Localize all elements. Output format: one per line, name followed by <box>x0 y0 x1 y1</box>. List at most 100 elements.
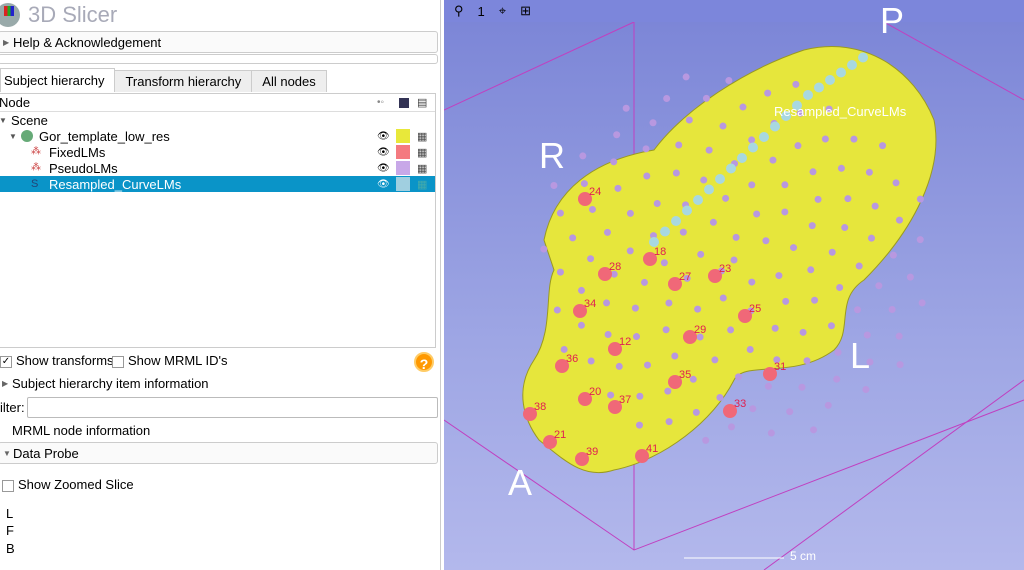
pseudo-landmark <box>746 346 754 354</box>
pseudo-landmark <box>697 250 705 258</box>
visibility-column-icon[interactable]: •◦ <box>377 97 384 108</box>
pseudo-landmark <box>834 348 842 356</box>
landmark-label: 27 <box>679 271 691 283</box>
color-swatch[interactable] <box>396 177 410 191</box>
pseudo-landmark <box>540 245 548 253</box>
curve-landmark <box>814 82 824 93</box>
curve-landmark <box>847 60 857 70</box>
pseudo-landmark <box>803 357 811 365</box>
curve-landmark <box>715 174 725 184</box>
layout-icon[interactable]: ⊞ <box>520 3 531 19</box>
pseudo-landmark <box>748 181 756 189</box>
mrml-info-section[interactable]: MRML node information <box>0 419 438 441</box>
pseudo-landmark <box>635 421 643 429</box>
pseudo-landmark <box>916 236 924 244</box>
eye-icon[interactable]: 👁 <box>377 163 390 174</box>
pseudo-landmark <box>790 244 798 252</box>
help-icon[interactable]: ? <box>414 352 434 372</box>
row-label: Resampled_CurveLMs <box>49 176 182 192</box>
node-column-header[interactable]: Node <box>0 95 30 110</box>
row-label: FixedLMs <box>49 144 106 160</box>
filter-input[interactable] <box>27 397 438 418</box>
eye-icon[interactable]: 👁 <box>377 147 390 158</box>
pseudo-landmark <box>665 418 673 426</box>
grid-icon[interactable]: ▦ <box>417 178 427 191</box>
color-column-icon[interactable] <box>399 98 409 108</box>
pseudo-landmark <box>871 202 879 210</box>
pseudo-landmark <box>672 169 680 177</box>
pseudo-landmark <box>675 141 683 149</box>
landmark-label: 28 <box>609 261 621 273</box>
pseudo-landmark <box>748 278 756 286</box>
markups-icon: ⁂ <box>31 146 41 157</box>
pseudo-landmark <box>694 305 702 313</box>
pseudo-landmark <box>827 322 835 330</box>
grid-icon[interactable]: ▦ <box>417 162 427 175</box>
pseudo-landmark <box>626 247 634 255</box>
pseudo-landmark <box>762 237 770 245</box>
curve-landmark <box>726 163 736 174</box>
tree-row-model[interactable]: ▼ Gor_template_low_res 👁 ▦ <box>0 128 435 144</box>
color-swatch[interactable] <box>396 129 410 143</box>
eye-icon[interactable]: 👁 <box>377 131 390 142</box>
landmark-label: 37 <box>619 394 631 406</box>
tree-row-scene[interactable]: ▼ Scene <box>0 112 435 128</box>
pseudo-landmark <box>631 304 639 312</box>
pseudo-landmark <box>664 387 672 395</box>
show-zoomed-slice-checkbox[interactable]: Show Zoomed Slice <box>2 477 134 492</box>
pseudo-landmark <box>722 194 730 202</box>
pseudo-landmark <box>607 391 615 399</box>
tab-all-nodes[interactable]: All nodes <box>251 70 327 92</box>
tree-row-pseudolms[interactable]: ⁂ PseudoLMs 👁 ▦ <box>0 160 435 176</box>
pseudo-landmark <box>556 209 564 217</box>
curve-landmark <box>682 205 692 216</box>
pseudo-landmark <box>615 362 623 370</box>
tab-transform-hierarchy[interactable]: Transform hierarchy <box>114 70 253 92</box>
landmark-label: 18 <box>654 246 666 258</box>
pseudo-landmark <box>569 234 577 242</box>
pseudo-landmark <box>700 176 708 184</box>
pseudo-landmark <box>622 104 630 112</box>
grid-icon[interactable]: ▦ <box>417 130 427 143</box>
pseudo-landmark <box>604 330 612 338</box>
eye-icon[interactable]: 👁 <box>377 179 390 190</box>
pseudo-landmark <box>781 181 789 189</box>
pseudo-landmark <box>692 408 700 416</box>
chevron-down-icon[interactable]: ▼ <box>0 116 11 125</box>
tab-subject-hierarchy[interactable]: Subject hierarchy <box>0 68 116 92</box>
pseudo-landmark <box>644 361 652 369</box>
landmark-label: 20 <box>589 386 601 398</box>
pseudo-landmark <box>808 222 816 230</box>
scale-label: 5 cm <box>790 549 816 563</box>
chevron-down-icon[interactable]: ▼ <box>9 132 21 141</box>
show-ids-checkbox[interactable]: Show MRML ID's <box>112 353 228 368</box>
pseudo-landmark <box>732 233 740 241</box>
pseudo-landmark <box>580 180 588 188</box>
center-view-icon[interactable]: ⌖ <box>499 3 506 19</box>
tree-row-curvelms[interactable]: S Resampled_CurveLMs 👁 ▦ <box>0 176 435 192</box>
3d-view[interactable]: 24 18 28 27 23 34 25 29 12 36 35 31 20 37 38 33 21 39 41 R… <box>444 0 1024 570</box>
pseudo-landmark <box>833 375 841 383</box>
pseudo-landmark <box>867 234 875 242</box>
pseudo-landmark <box>660 259 668 267</box>
transform-column-icon[interactable]: ▤ <box>417 96 427 109</box>
pseudo-landmark <box>764 89 772 97</box>
help-section[interactable]: ▶ Help & Acknowledgement <box>0 31 438 53</box>
pseudo-landmark <box>753 210 761 218</box>
pseudo-landmark <box>662 326 670 334</box>
grid-icon[interactable]: ▦ <box>417 146 427 159</box>
color-swatch[interactable] <box>396 161 410 175</box>
pseudo-landmark <box>811 296 819 304</box>
pin-icon[interactable]: ⚲ <box>454 3 464 19</box>
subject-hierarchy-tree[interactable]: Node •◦ ▤ ▼ Scene ▼ Gor_template_low_res 👁 ▦ ⁂… <box>0 93 436 348</box>
row-label: Scene <box>11 112 48 128</box>
tree-row-fixedlms[interactable]: ⁂ FixedLMs 👁 ▦ <box>0 144 435 160</box>
show-transforms-checkbox[interactable]: ✓ Show transforms <box>0 353 114 368</box>
pseudo-landmark <box>560 345 568 353</box>
data-probe-section[interactable]: ▼ Data Probe <box>0 442 438 464</box>
app-title: 3D Slicer <box>0 0 117 30</box>
row-label: Gor_template_low_res <box>39 128 170 144</box>
color-swatch[interactable] <box>396 145 410 159</box>
pseudo-landmark <box>653 200 661 208</box>
sh-info-section[interactable]: ▶ Subject hierarchy item information <box>0 372 438 394</box>
